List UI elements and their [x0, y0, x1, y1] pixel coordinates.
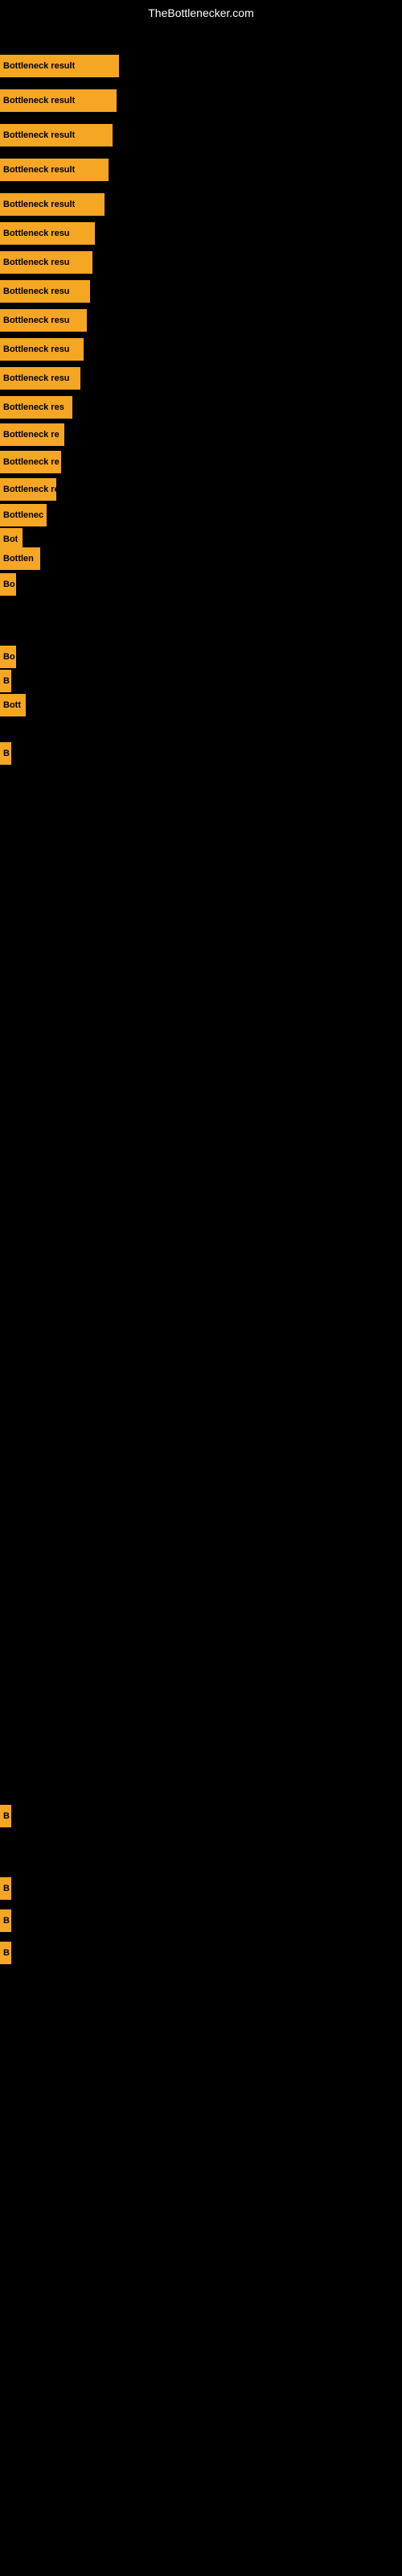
- bars-container: Bottleneck result Bottleneck result Bottle…: [0, 26, 402, 2562]
- bottleneck-bar: Bottleneck result: [0, 124, 113, 147]
- bottleneck-bar: B: [0, 1909, 11, 1932]
- bottleneck-label: B: [3, 676, 10, 686]
- bottleneck-bar: Bottleneck result: [0, 193, 105, 216]
- bottleneck-label: Bo: [3, 580, 15, 589]
- bottleneck-label: Bottleneck re: [3, 457, 59, 467]
- bottleneck-bar: B: [0, 1942, 11, 1964]
- bottleneck-bar: Bottlen: [0, 547, 40, 570]
- bottleneck-bar: B: [0, 1877, 11, 1900]
- bottleneck-label: Bottlenec: [3, 510, 43, 520]
- bottleneck-label: Bottleneck result: [3, 61, 75, 71]
- bottleneck-label: Bottleneck resu: [3, 345, 70, 354]
- bottleneck-bar: Bottleneck resu: [0, 222, 95, 245]
- bottleneck-bar: Bottleneck re: [0, 423, 64, 446]
- bottleneck-label: Bot: [3, 535, 18, 544]
- bottleneck-bar: Bo: [0, 573, 16, 596]
- page-wrapper: TheBottlenecker.com Bottleneck resultBot…: [0, 0, 402, 2576]
- bottleneck-bar: Bottleneck resu: [0, 251, 92, 274]
- bottleneck-bar: Bottlenec: [0, 504, 47, 526]
- bottleneck-bar: Bottleneck resu: [0, 367, 80, 390]
- bottleneck-label: B: [3, 1811, 10, 1821]
- bottleneck-bar: B: [0, 742, 11, 765]
- bottleneck-label: Bottleneck result: [3, 130, 75, 140]
- bottleneck-bar: Bottleneck result: [0, 55, 119, 77]
- bottleneck-label: Bottleneck resu: [3, 374, 70, 383]
- bottleneck-label: Bott: [3, 700, 21, 710]
- bottleneck-label: B: [3, 1884, 10, 1893]
- bottleneck-bar: Bottleneck re: [0, 478, 56, 501]
- bottleneck-label: Bottleneck re: [3, 485, 56, 494]
- bottleneck-bar: Bottleneck resu: [0, 309, 87, 332]
- bottleneck-bar: B: [0, 1805, 11, 1827]
- bottleneck-bar: Bo: [0, 646, 16, 668]
- bottleneck-label: Bottleneck result: [3, 96, 75, 105]
- bottleneck-bar: Bottleneck result: [0, 89, 117, 112]
- site-title: TheBottlenecker.com: [0, 0, 402, 26]
- bottleneck-bar: Bottleneck re: [0, 451, 61, 473]
- bottleneck-label: Bottlen: [3, 554, 34, 564]
- bottleneck-bar: Bottleneck resu: [0, 338, 84, 361]
- bottleneck-label: B: [3, 1916, 10, 1926]
- bottleneck-label: Bottleneck res: [3, 402, 64, 412]
- bottleneck-bar: Bottleneck resu: [0, 280, 90, 303]
- bottleneck-label: Bottleneck re: [3, 430, 59, 440]
- bottleneck-label: Bottleneck resu: [3, 287, 70, 296]
- bottleneck-bar: Bottleneck res: [0, 396, 72, 419]
- bottleneck-label: Bottleneck result: [3, 200, 75, 209]
- bottleneck-label: B: [3, 749, 10, 758]
- bottleneck-label: Bottleneck result: [3, 165, 75, 175]
- bottleneck-label: Bo: [3, 652, 15, 662]
- bottleneck-bar: Bott: [0, 694, 26, 716]
- bottleneck-bar: Bottleneck result: [0, 159, 109, 181]
- bottleneck-label: B: [3, 1948, 10, 1958]
- bottleneck-label: Bottleneck resu: [3, 229, 70, 238]
- bottleneck-label: Bottleneck resu: [3, 316, 70, 325]
- bottleneck-bar: B: [0, 670, 11, 692]
- bottleneck-label: Bottleneck resu: [3, 258, 70, 267]
